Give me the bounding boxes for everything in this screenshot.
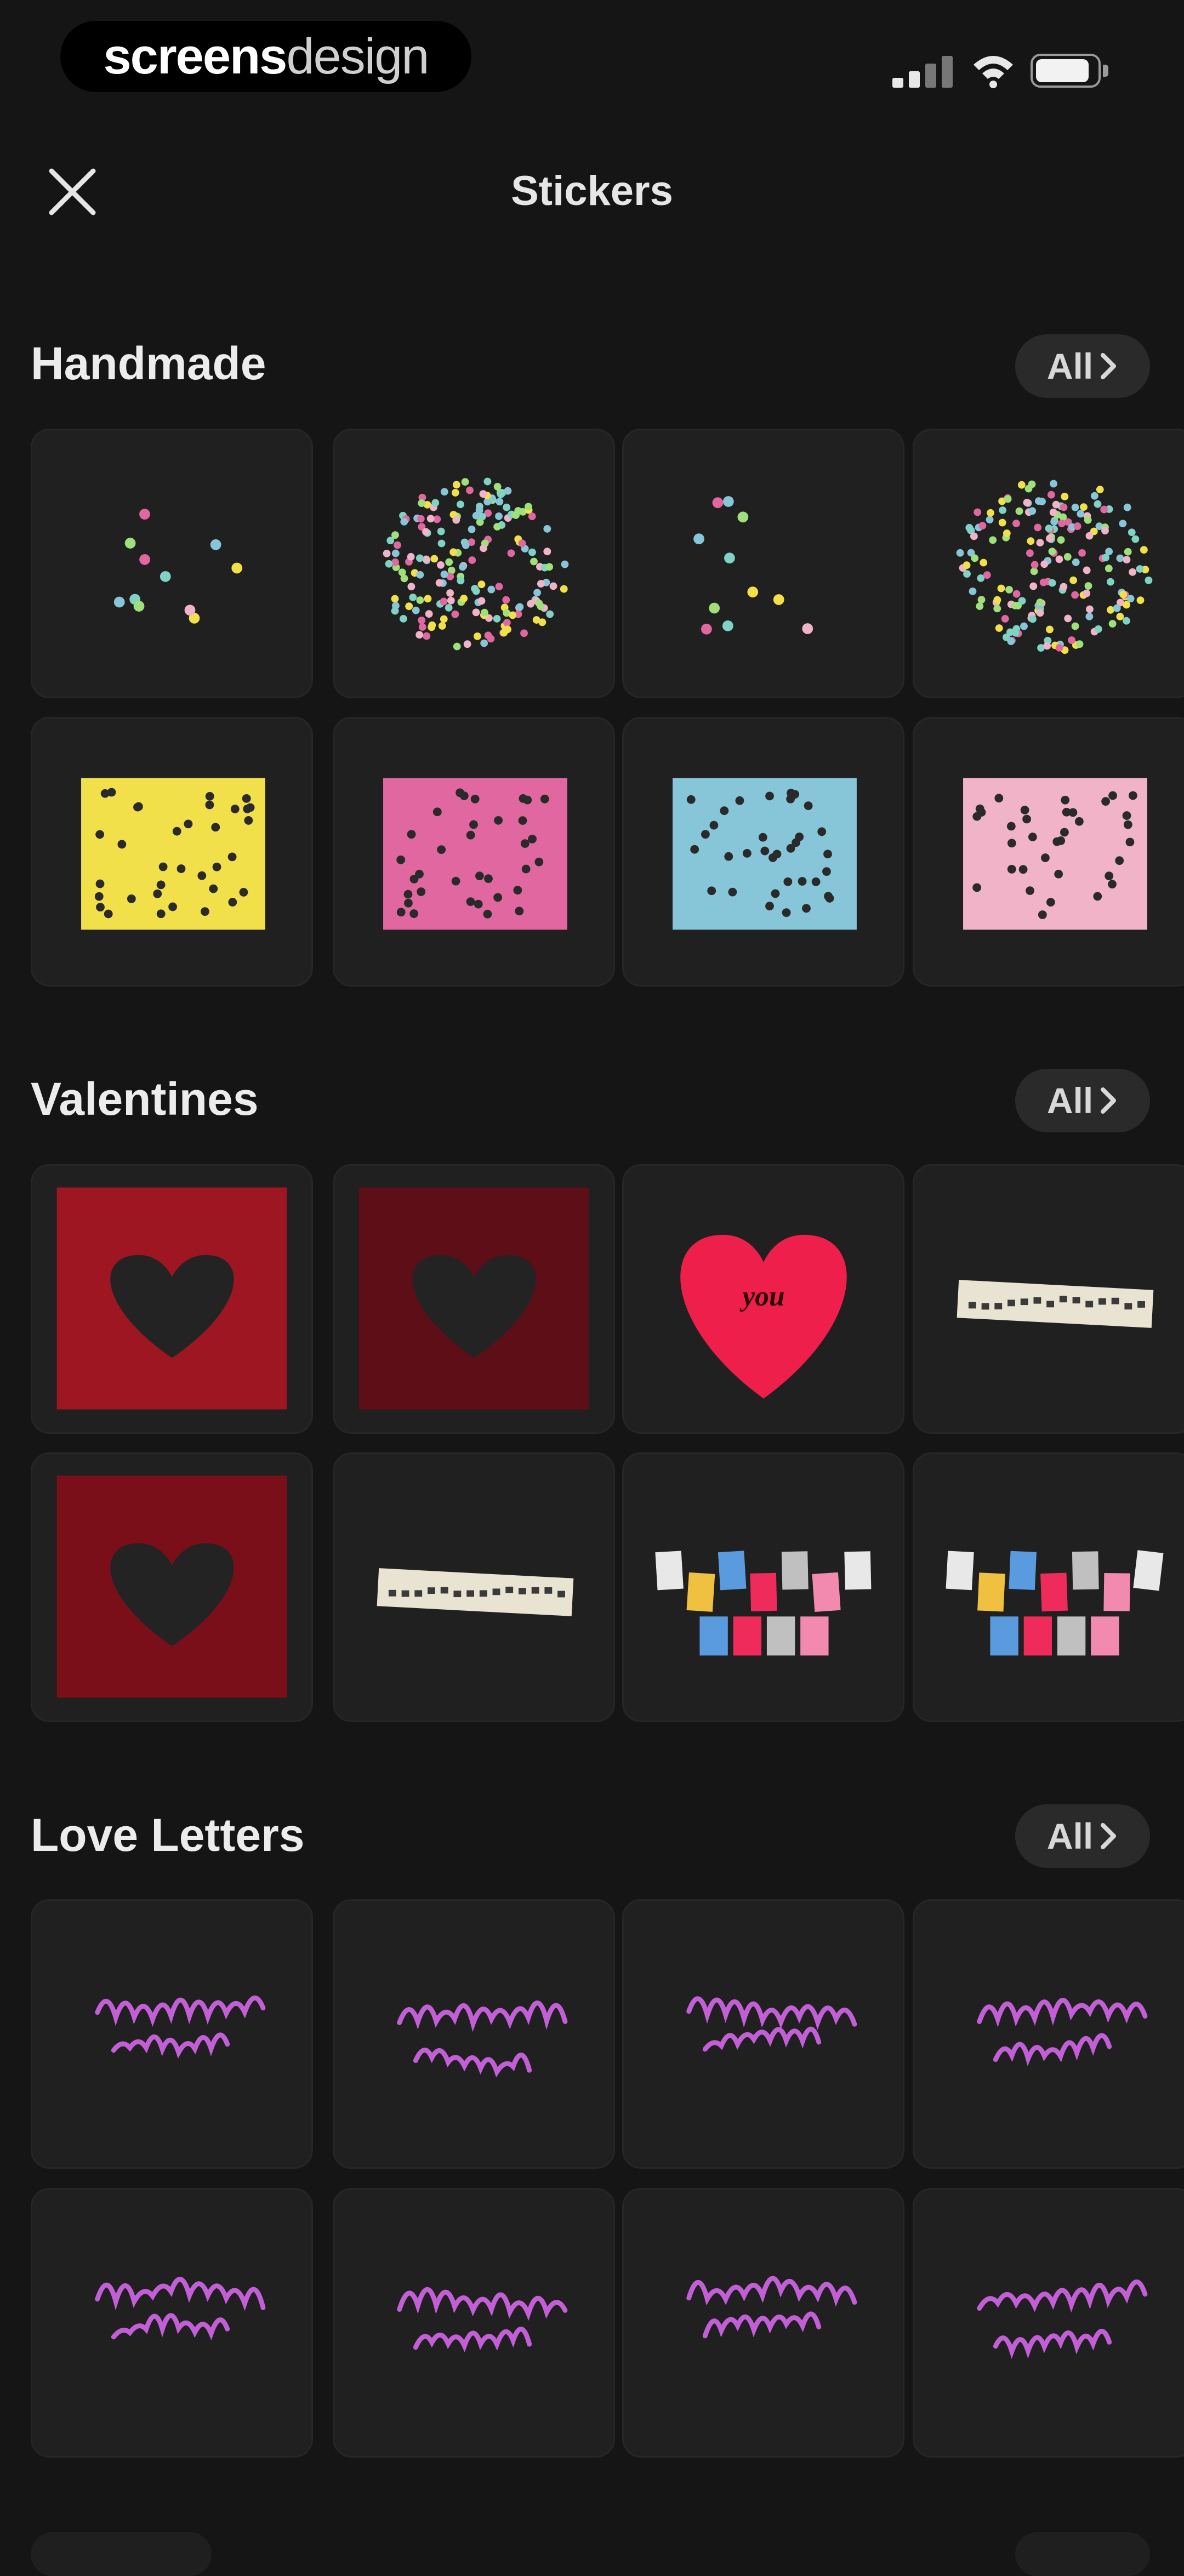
sticker-tile[interactable] bbox=[333, 717, 615, 987]
sticker-tile[interactable] bbox=[31, 1899, 313, 2169]
sticker-image bbox=[95, 2277, 266, 2340]
sticker-image bbox=[95, 1995, 266, 2059]
sticker-tile[interactable] bbox=[622, 2188, 904, 2458]
all-label: All bbox=[1046, 1080, 1094, 1121]
sticker-image bbox=[655, 1551, 872, 1656]
status-bar: screens design bbox=[0, 0, 1184, 121]
sticker-tile[interactable] bbox=[333, 2188, 615, 2458]
chevron-right-icon bbox=[1101, 353, 1117, 379]
sticker-image bbox=[383, 477, 569, 651]
sticker-tile[interactable] bbox=[31, 2188, 313, 2458]
sticker-image bbox=[56, 1475, 287, 1698]
chevron-right-icon bbox=[1101, 1087, 1117, 1114]
sticker-image bbox=[686, 2276, 857, 2339]
section-title-love-letters: Love Letters bbox=[31, 1809, 305, 1861]
sticker-image bbox=[957, 1280, 1154, 1328]
sticker-tile[interactable] bbox=[333, 1899, 615, 2169]
sticker-tile[interactable] bbox=[622, 717, 904, 987]
all-button-valentines[interactable]: All bbox=[1015, 1069, 1150, 1132]
sticker-tile[interactable] bbox=[622, 1452, 904, 1722]
sticker-image bbox=[397, 2287, 568, 2352]
signal-icon bbox=[892, 55, 953, 88]
wifi-icon bbox=[974, 56, 1013, 88]
sticker-tile[interactable]: you bbox=[622, 1164, 904, 1434]
sticker-tile[interactable] bbox=[913, 2188, 1184, 2458]
sticker-tile[interactable] bbox=[31, 1452, 313, 1722]
next-all-button-peek bbox=[1015, 2532, 1150, 2576]
sticker-tile[interactable] bbox=[333, 1452, 615, 1722]
all-button-love-letters[interactable]: All bbox=[1015, 1804, 1150, 1868]
sticker-image bbox=[977, 1998, 1148, 2066]
brand-bold: screens bbox=[103, 28, 288, 84]
section-title-valentines: Valentines bbox=[31, 1073, 259, 1125]
sticker-tile[interactable] bbox=[622, 1899, 904, 2169]
next-section-title-peek bbox=[31, 2532, 212, 2576]
sticker-image bbox=[693, 496, 813, 635]
nav-bar: Stickers bbox=[0, 121, 1184, 263]
sticker-tile[interactable] bbox=[31, 717, 313, 987]
all-label: All bbox=[1046, 346, 1094, 386]
sticker-image bbox=[977, 2279, 1148, 2359]
brand-logo: screens design bbox=[60, 21, 471, 92]
sticker-image bbox=[81, 778, 265, 930]
sticker-image bbox=[956, 480, 1153, 654]
sticker-image bbox=[113, 509, 243, 624]
sticker-image bbox=[686, 1996, 857, 2052]
sticker-image bbox=[963, 778, 1147, 930]
sticker-image bbox=[946, 1550, 1164, 1656]
sticker-tile[interactable] bbox=[913, 1164, 1184, 1434]
sticker-tile[interactable] bbox=[913, 717, 1184, 987]
sticker-tile[interactable] bbox=[913, 429, 1184, 698]
sticker-tile[interactable] bbox=[622, 429, 904, 698]
brand-light: design bbox=[286, 28, 429, 84]
heart-you-text: you bbox=[739, 1281, 784, 1312]
sticker-image bbox=[673, 778, 857, 930]
sticker-tile[interactable] bbox=[333, 429, 615, 698]
battery-icon bbox=[1031, 54, 1113, 88]
sticker-tile[interactable] bbox=[913, 1899, 1184, 2169]
chevron-right-icon bbox=[1101, 1823, 1117, 1849]
page-title: Stickers bbox=[511, 168, 673, 214]
sticker-image bbox=[377, 1568, 574, 1616]
sticker-tile[interactable] bbox=[913, 1452, 1184, 1722]
sticker-tile[interactable] bbox=[333, 1164, 615, 1434]
all-label: All bbox=[1046, 1816, 1094, 1856]
sticker-image bbox=[56, 1187, 287, 1410]
sticker-image bbox=[358, 1187, 589, 1410]
sticker-image bbox=[383, 778, 567, 930]
sticker-tile[interactable] bbox=[31, 1164, 313, 1434]
sticker-image bbox=[397, 2001, 568, 2078]
section-title-handmade: Handmade bbox=[31, 338, 266, 389]
sticker-tile[interactable] bbox=[31, 429, 313, 698]
all-button-handmade[interactable]: All bbox=[1015, 334, 1150, 398]
sticker-image: you bbox=[680, 1234, 847, 1399]
